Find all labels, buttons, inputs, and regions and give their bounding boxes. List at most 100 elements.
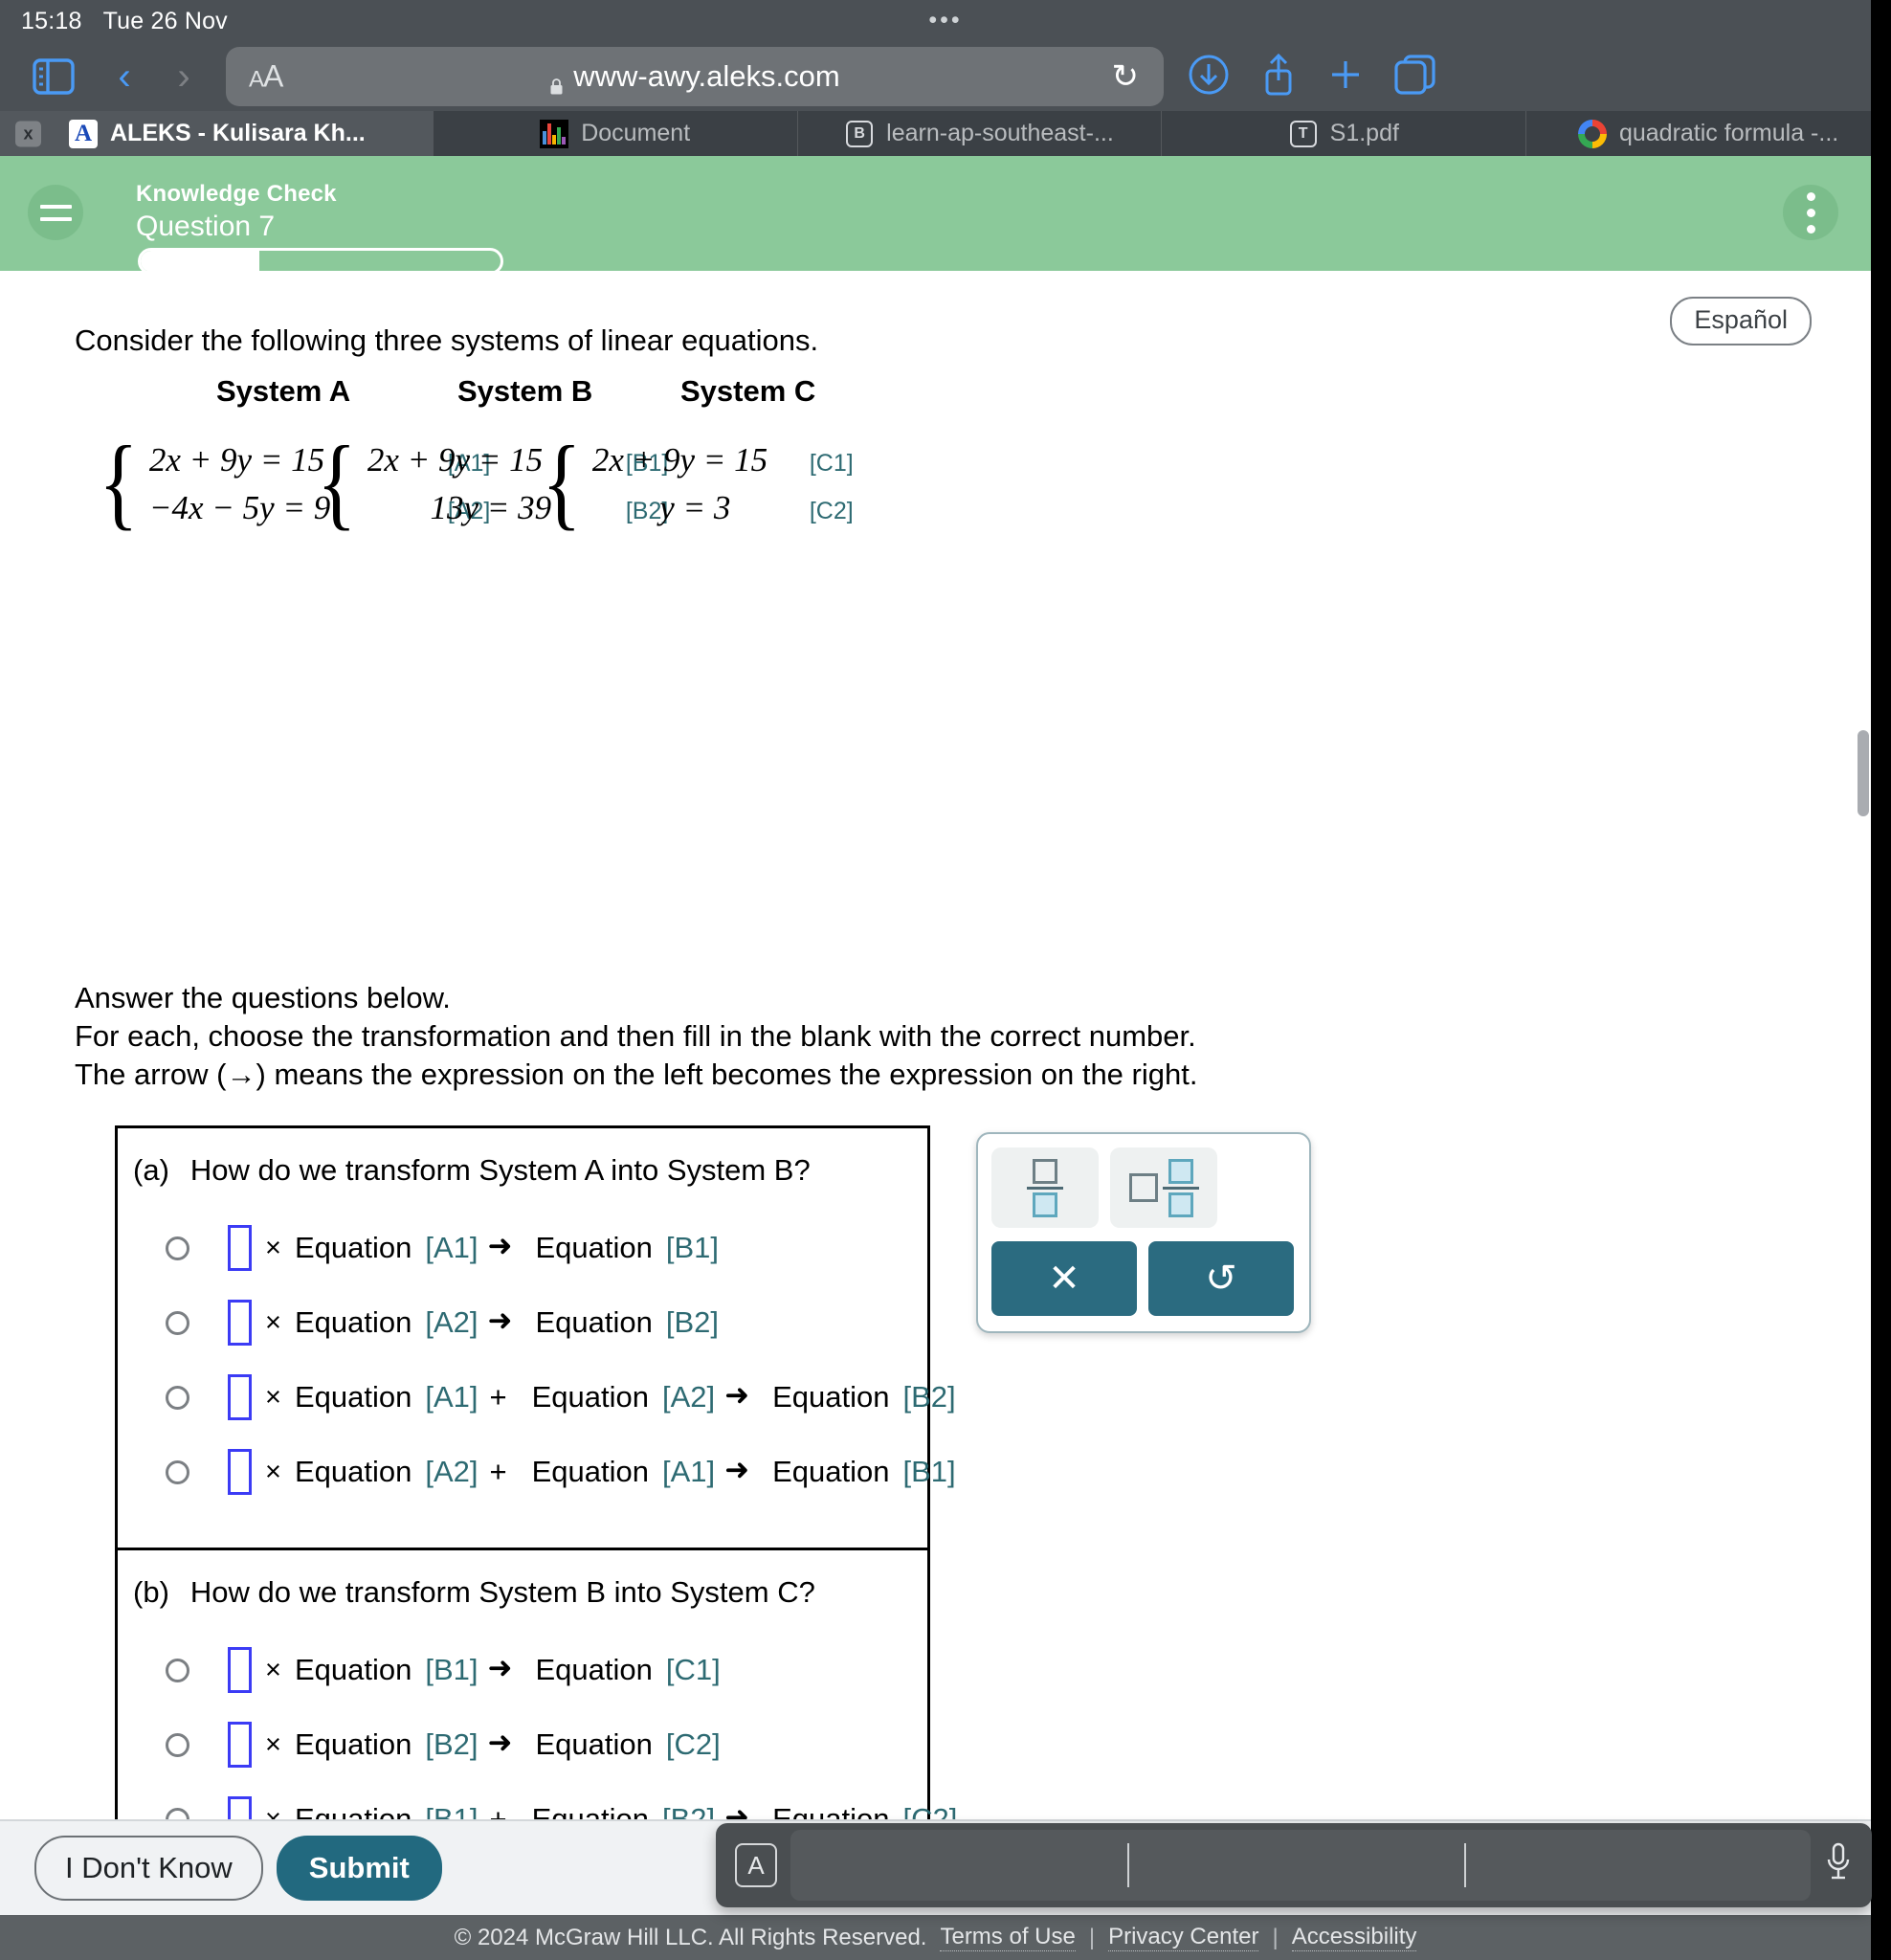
progress-bar: [138, 248, 503, 275]
option-tag-target: [B2]: [665, 1305, 720, 1339]
radio-button[interactable]: [166, 1459, 189, 1484]
number-input-blank[interactable]: [228, 1374, 252, 1420]
arrow-icon: ➜: [487, 1651, 513, 1684]
reload-icon[interactable]: ↻: [1112, 57, 1140, 96]
option-tag-source: [A2]: [425, 1455, 478, 1488]
tab-title: learn-ap-southeast-...: [886, 120, 1114, 146]
kebab-menu-icon[interactable]: [1783, 185, 1838, 240]
radio-button[interactable]: [166, 1385, 189, 1410]
status-bar: 15:18 Tue 26 Nov •••: [0, 0, 1891, 42]
microphone-icon[interactable]: [1824, 1841, 1853, 1890]
espanol-button[interactable]: Español: [1670, 297, 1812, 345]
number-input-blank[interactable]: [228, 1647, 252, 1693]
plus-symbol: +: [489, 1380, 507, 1414]
number-input-blank[interactable]: [228, 1449, 252, 1495]
forward-icon[interactable]: ›: [159, 54, 209, 100]
instruction-line-3-post: means the expression on the left becomes…: [265, 1058, 1198, 1091]
number-input-blank[interactable]: [228, 1722, 252, 1768]
option-text-mid: Equation: [531, 1455, 649, 1488]
option-tag-target: [B1]: [665, 1231, 720, 1264]
lock-icon: [549, 69, 564, 94]
close-icon[interactable]: x: [15, 121, 41, 146]
system-c-title: System C: [680, 374, 816, 408]
scrollbar-thumb[interactable]: [1858, 730, 1869, 816]
sidebar-toggle-icon[interactable]: [29, 54, 78, 100]
question-a: (a) How do we transform System A into Sy…: [118, 1128, 956, 1548]
aleks-icon: A: [69, 119, 98, 148]
option-b2[interactable]: × Equation [B2] ➜ Equation [C2]: [118, 1707, 927, 1782]
arrow-icon: ➜: [487, 1229, 513, 1262]
radio-button[interactable]: [166, 1732, 189, 1757]
intro-text: Consider the following three systems of …: [75, 323, 819, 357]
system-titles: System A System B System C: [75, 374, 955, 414]
radio-button[interactable]: [166, 1658, 189, 1682]
option-b1[interactable]: × Equation [B1] ➜ Equation [C1]: [118, 1633, 927, 1707]
submit-button[interactable]: Submit: [276, 1836, 442, 1901]
option-text: Equation: [294, 1653, 412, 1686]
multiply-symbol: ×: [265, 1306, 281, 1338]
plus-symbol: +: [489, 1455, 507, 1488]
keypad-template-row: [991, 1147, 1296, 1228]
option-a4[interactable]: × Equation [A2] + Equation [A1] ➜ Equati…: [118, 1435, 956, 1509]
number-input-blank[interactable]: [228, 1300, 252, 1346]
terms-of-use-link[interactable]: Terms of Use: [940, 1924, 1076, 1951]
option-tag-target: [C2]: [665, 1727, 721, 1761]
footer-separator: |: [1272, 1924, 1279, 1950]
downloads-icon[interactable]: [1187, 53, 1231, 101]
left-brace-icon: {: [99, 426, 139, 540]
share-icon[interactable]: [1259, 52, 1298, 102]
radio-button[interactable]: [166, 1310, 189, 1335]
system-b-title: System B: [457, 374, 593, 408]
tab-document[interactable]: Document: [433, 111, 798, 156]
tab-aleks[interactable]: x A ALEKS - Kulisara Kh...: [0, 111, 434, 156]
option-a3[interactable]: × Equation [A1] + Equation [A2] ➜ Equati…: [118, 1360, 956, 1435]
i-dont-know-button[interactable]: I Don't Know: [34, 1836, 263, 1901]
undo-button[interactable]: ↺: [1148, 1241, 1294, 1316]
footer-separator: |: [1088, 1924, 1096, 1950]
number-input-blank[interactable]: [228, 1225, 252, 1271]
mixed-number-template-icon[interactable]: [1110, 1147, 1217, 1228]
multitask-dots-icon[interactable]: •••: [0, 9, 1891, 33]
address-bar[interactable]: AA www-awy.aleks.com ↻: [226, 47, 1164, 106]
hamburger-icon[interactable]: [28, 185, 83, 240]
option-a1[interactable]: × Equation [A1] ➜ Equation [B1]: [118, 1211, 927, 1285]
radio-button[interactable]: [166, 1236, 189, 1260]
page-scrollbar[interactable]: [1856, 156, 1871, 1960]
equation-label: [C1]: [809, 450, 854, 477]
question-a-letter: (a): [133, 1153, 169, 1187]
keyboard-shortcut-bar: A: [716, 1823, 1872, 1907]
autofill-a-icon[interactable]: A: [735, 1843, 777, 1887]
question-b-letter: (b): [133, 1575, 169, 1609]
keyboard-suggestion-field[interactable]: [790, 1830, 1811, 1901]
arrow-icon: ➜: [724, 1378, 750, 1412]
clear-button[interactable]: ✕: [991, 1241, 1137, 1316]
web-page-viewport: Knowledge Check Question 7 Español Consi…: [0, 156, 1871, 1960]
tab-s1-pdf[interactable]: T S1.pdf: [1162, 111, 1527, 156]
question-number-label: Question 7: [136, 211, 276, 242]
question-a-header: (a) How do we transform System A into Sy…: [118, 1153, 927, 1188]
tab-overview-icon[interactable]: [1393, 54, 1437, 100]
instruction-line-1: Answer the questions below.: [75, 981, 451, 1014]
tab-quadratic-formula[interactable]: quadratic formula -...: [1526, 111, 1891, 156]
tab-learn-ap-southeast[interactable]: B learn-ap-southeast-...: [797, 111, 1163, 156]
option-text-mid: Equation: [531, 1380, 649, 1414]
browser-toolbar: ‹ › AA www-awy.aleks.com ↻: [0, 42, 1891, 111]
privacy-center-link[interactable]: Privacy Center: [1108, 1924, 1259, 1951]
option-a2[interactable]: × Equation [A2] ➜ Equation [B2]: [118, 1285, 927, 1360]
multiply-symbol: ×: [265, 1654, 281, 1685]
option-tag-source: [B2]: [425, 1727, 478, 1761]
tab-title: S1.pdf: [1329, 120, 1399, 146]
toolbar-actions: [1187, 52, 1437, 102]
new-tab-icon[interactable]: [1326, 56, 1365, 99]
option-text: Equation: [535, 1727, 653, 1761]
fraction-template-icon[interactable]: [991, 1147, 1099, 1228]
tab-title: quadratic formula -...: [1618, 120, 1839, 146]
back-icon[interactable]: ‹: [100, 54, 149, 100]
arrow-icon: ➜: [724, 1453, 750, 1486]
option-text: Equation: [294, 1231, 412, 1264]
url-text: www-awy.aleks.com: [573, 59, 840, 93]
option-text: Equation: [294, 1380, 412, 1414]
option-tag-mid: [A2]: [661, 1380, 716, 1414]
ipad-screen: 15:18 Tue 26 Nov ••• ‹ › AA www-awy.alek…: [0, 0, 1891, 1960]
accessibility-link[interactable]: Accessibility: [1291, 1924, 1417, 1951]
